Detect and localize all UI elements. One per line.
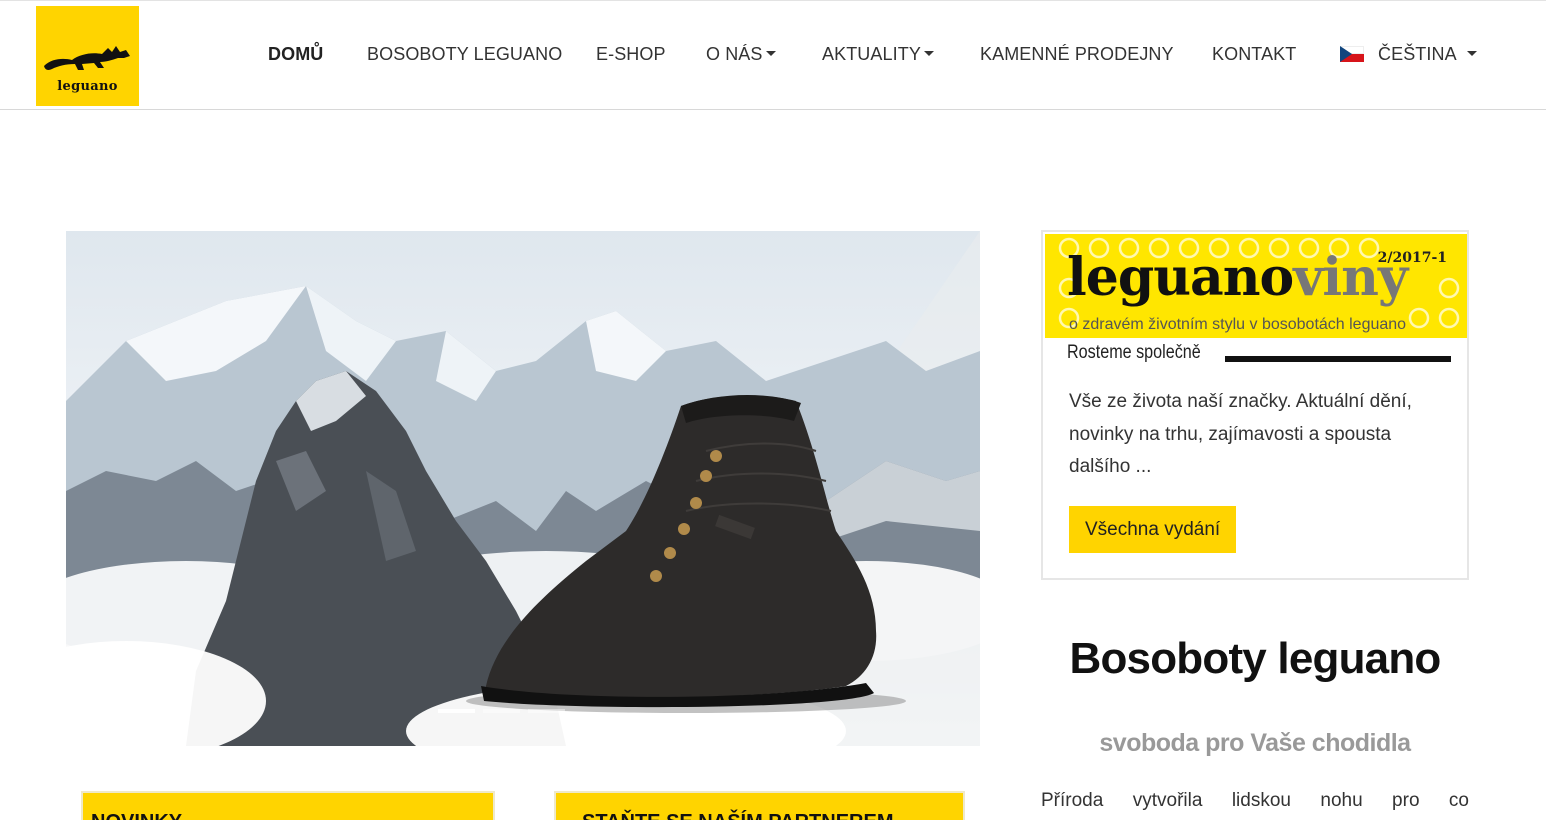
czech-flag-icon — [1340, 45, 1364, 62]
magazine-title: leguanoviny — [1067, 252, 1408, 304]
carousel-indicator[interactable] — [438, 709, 475, 713]
nav-item-about[interactable]: O NÁS — [706, 44, 776, 65]
section-title: Bosoboty leguano — [1069, 634, 1442, 683]
nav-label-barefoot-shoes: BOSOBOTY LEGUANO — [367, 44, 563, 64]
hero-image — [66, 231, 980, 746]
nav-item-barefoot-shoes[interactable]: BOSOBOTY LEGUANO — [367, 44, 562, 65]
carousel-indicators — [438, 709, 565, 713]
news-box-label: NOVINKY — [91, 811, 182, 820]
nav-item-news[interactable]: AKTUALITY — [822, 44, 934, 65]
nav-item-stores[interactable]: KAMENNÉ PRODEJNY — [980, 44, 1174, 65]
caret-down-icon — [923, 51, 934, 57]
newsletter-card: leguanoviny 2/2017-1 o zdravém životním … — [1041, 230, 1469, 580]
nav-item-language[interactable]: ČEŠTINA — [1340, 44, 1477, 65]
magazine-issue: 2/2017-1 — [1377, 250, 1447, 266]
nav-label-language: ČEŠTINA — [1378, 44, 1457, 64]
partner-box-label: STAŇTE SE NAŠÍM PARTNEREM — [582, 811, 894, 820]
hero-carousel[interactable] — [66, 231, 980, 746]
nav-label-home: DOMŮ — [268, 44, 324, 64]
main-navigation: DOMŮ BOSOBOTY LEGUANO E-SHOP O NÁS AKTUA… — [0, 1, 1546, 109]
magazine-headline: Rosteme společně — [1067, 342, 1201, 363]
nav-item-eshop[interactable]: E-SHOP — [596, 44, 666, 65]
nav-item-contact[interactable]: KONTAKT — [1212, 44, 1296, 65]
magazine-cover[interactable]: leguanoviny 2/2017-1 o zdravém životním … — [1045, 234, 1467, 368]
newsletter-description: Vše ze života naší značky. Aktuální dění… — [1069, 391, 1412, 477]
nav-label-news: AKTUALITY — [822, 44, 921, 64]
carousel-indicator[interactable] — [528, 709, 565, 713]
news-box[interactable]: NOVINKY — [81, 791, 495, 820]
nav-label-contact: KONTAKT — [1212, 44, 1297, 64]
site-header: leguano DOMŮ BOSOBOTY LEGUANO E-SHOP O N… — [0, 0, 1546, 110]
nav-label-about: O NÁS — [706, 44, 763, 64]
nav-label-stores: KAMENNÉ PRODEJNY — [980, 44, 1174, 64]
nav-label-eshop: E-SHOP — [596, 44, 666, 64]
magazine-title-main: leguano — [1067, 247, 1294, 308]
caret-down-icon — [765, 51, 776, 57]
partner-box[interactable]: STAŇTE SE NAŠÍM PARTNEREM — [554, 791, 965, 820]
caret-down-icon — [1466, 51, 1477, 57]
magazine-bar — [1225, 356, 1451, 362]
carousel-indicator[interactable] — [483, 709, 520, 713]
all-issues-button[interactable]: Všechna vydání — [1069, 506, 1237, 553]
magazine-subtitle: o zdravém životním stylu v bosobotách le… — [1069, 316, 1407, 333]
section-subtitle: svoboda pro Vaše chodidla — [1099, 729, 1411, 757]
section-body: Příroda vytvořila lidskou nohu pro co — [1041, 790, 1469, 811]
nav-item-home[interactable]: DOMŮ — [268, 44, 323, 65]
